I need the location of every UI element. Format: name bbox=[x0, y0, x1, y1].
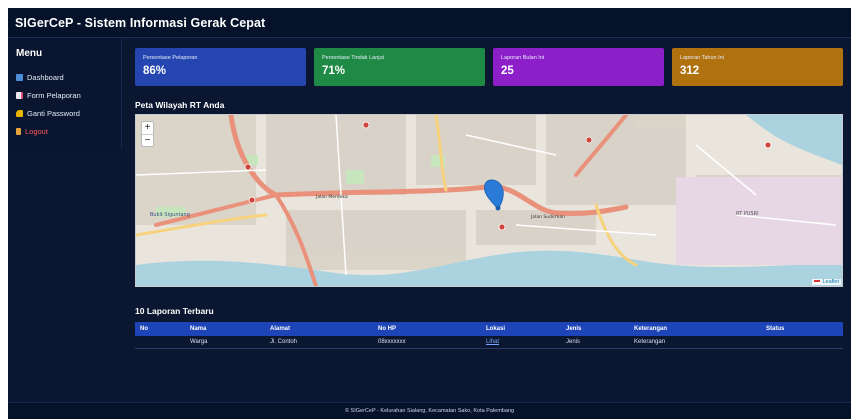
stat-card-label: Laporan Bulan Ini bbox=[501, 55, 545, 61]
column-header-jenis: Jenis bbox=[566, 326, 582, 332]
table-header-row: No Nama Alamat No HP Lokasi Jenis Ketera… bbox=[135, 322, 843, 336]
cell-jenis: Jenis bbox=[566, 338, 581, 345]
sidebar-item-label: Form Pelaporan bbox=[27, 90, 81, 100]
zoom-out-button[interactable]: − bbox=[142, 134, 153, 146]
stat-card-value: 312 bbox=[680, 65, 700, 77]
leaflet-flag-icon bbox=[813, 279, 820, 284]
top-bar: SIGerCeP - Sistem Informasi Gerak Cepat bbox=[8, 8, 851, 38]
stat-card-persentase-pelaporan: Persentase Pelaporan 86% bbox=[135, 48, 306, 86]
attribution-link[interactable]: Leaflet bbox=[822, 279, 839, 285]
sidebar: Menu Dashboard Form Pelaporan Ganti Pass… bbox=[8, 39, 122, 149]
document-icon bbox=[16, 91, 23, 99]
column-header-alamat: Alamat bbox=[270, 326, 291, 332]
sidebar-item-ganti-password[interactable]: Ganti Password bbox=[8, 104, 121, 122]
door-icon bbox=[16, 127, 21, 135]
stat-cards: Persentase Pelaporan 86% Persentase Tind… bbox=[135, 48, 843, 86]
column-header-keterangan: Keterangan bbox=[634, 326, 668, 332]
stat-card-value: 25 bbox=[501, 65, 514, 77]
cell-keterangan: Keterangan bbox=[634, 338, 666, 345]
cell-nama: Warga bbox=[190, 338, 208, 345]
cell-status bbox=[761, 336, 843, 348]
column-header-lokasi: Lokasi bbox=[486, 326, 506, 332]
footer-text: © SIGerCeP - Kelurahan Sialang, Kecamata… bbox=[344, 408, 515, 414]
column-header-nama: Nama bbox=[190, 326, 207, 332]
footer: © SIGerCeP - Kelurahan Sialang, Kecamata… bbox=[8, 402, 851, 419]
sidebar-item-label: Ganti Password bbox=[27, 108, 80, 118]
main-content: Persentase Pelaporan 86% Persentase Tind… bbox=[135, 48, 843, 348]
stat-card-label: Persentase Tindak Lanjut bbox=[322, 55, 385, 61]
cell-no-hp: 08xxxxxxx bbox=[378, 338, 406, 345]
map-zoom-control: + − bbox=[141, 121, 154, 147]
stat-card-label: Persentase Pelaporan bbox=[143, 55, 198, 61]
sidebar-menu: Dashboard Form Pelaporan Ganti Password … bbox=[8, 68, 121, 140]
map-label-jalan-merdeka: Jalan Merdeka bbox=[315, 194, 348, 200]
reports-title: 10 Laporan Terbaru bbox=[135, 306, 214, 316]
sidebar-item-dashboard[interactable]: Dashboard bbox=[8, 68, 121, 86]
map-label-bukit-siguntang: Bukit Siguntang bbox=[150, 212, 190, 218]
map-label-rt-pusri: RT PUSRI bbox=[736, 211, 759, 217]
sidebar-title: Menu bbox=[16, 48, 43, 59]
lokasi-link[interactable]: Lihat bbox=[486, 339, 499, 345]
table-row: Warga Jl. Contoh 08xxxxxxx Lihat Jenis K… bbox=[135, 336, 843, 348]
map-label-jalan-sudirman: Jalan Sudirman bbox=[530, 214, 565, 220]
sidebar-item-form-pelaporan[interactable]: Form Pelaporan bbox=[8, 86, 121, 104]
cell-no bbox=[135, 336, 185, 348]
map-view[interactable]: RT PUSRI Bukit Siguntang Jalan Merdeka J… bbox=[135, 114, 843, 287]
stat-card-persentase-tindak-lanjut: Persentase Tindak Lanjut 71% bbox=[314, 48, 485, 86]
stat-card-laporan-tahun-ini: Laporan Tahun Ini 312 bbox=[672, 48, 843, 86]
stat-card-laporan-bulan-ini: Laporan Bulan Ini 25 bbox=[493, 48, 664, 86]
chart-icon bbox=[16, 73, 23, 81]
stat-card-value: 86% bbox=[143, 65, 167, 77]
map-title: Peta Wilayah RT Anda bbox=[135, 100, 225, 110]
reports-table: No Nama Alamat No HP Lokasi Jenis Ketera… bbox=[135, 322, 843, 349]
cell-alamat: Jl. Contoh bbox=[270, 338, 298, 345]
column-header-no: No bbox=[140, 326, 148, 332]
sidebar-item-label: Logout bbox=[25, 126, 48, 136]
key-icon bbox=[16, 109, 23, 117]
column-header-no-hp: No HP bbox=[378, 326, 396, 332]
app-title: SIGerCeP - Sistem Informasi Gerak Cepat bbox=[15, 15, 266, 30]
map-attribution[interactable]: Leaflet bbox=[811, 279, 841, 285]
zoom-in-button[interactable]: + bbox=[142, 122, 153, 134]
cell-lokasi: Lihat bbox=[481, 336, 561, 348]
stat-card-value: 71% bbox=[322, 65, 346, 77]
column-header-status: Status bbox=[766, 326, 785, 332]
sidebar-item-logout[interactable]: Logout bbox=[8, 122, 121, 140]
map-tiles: RT PUSRI Bukit Siguntang Jalan Merdeka J… bbox=[136, 115, 842, 286]
app-window: SIGerCeP - Sistem Informasi Gerak Cepat … bbox=[8, 8, 851, 419]
sidebar-item-label: Dashboard bbox=[27, 72, 64, 82]
stat-card-label: Laporan Tahun Ini bbox=[680, 55, 724, 61]
